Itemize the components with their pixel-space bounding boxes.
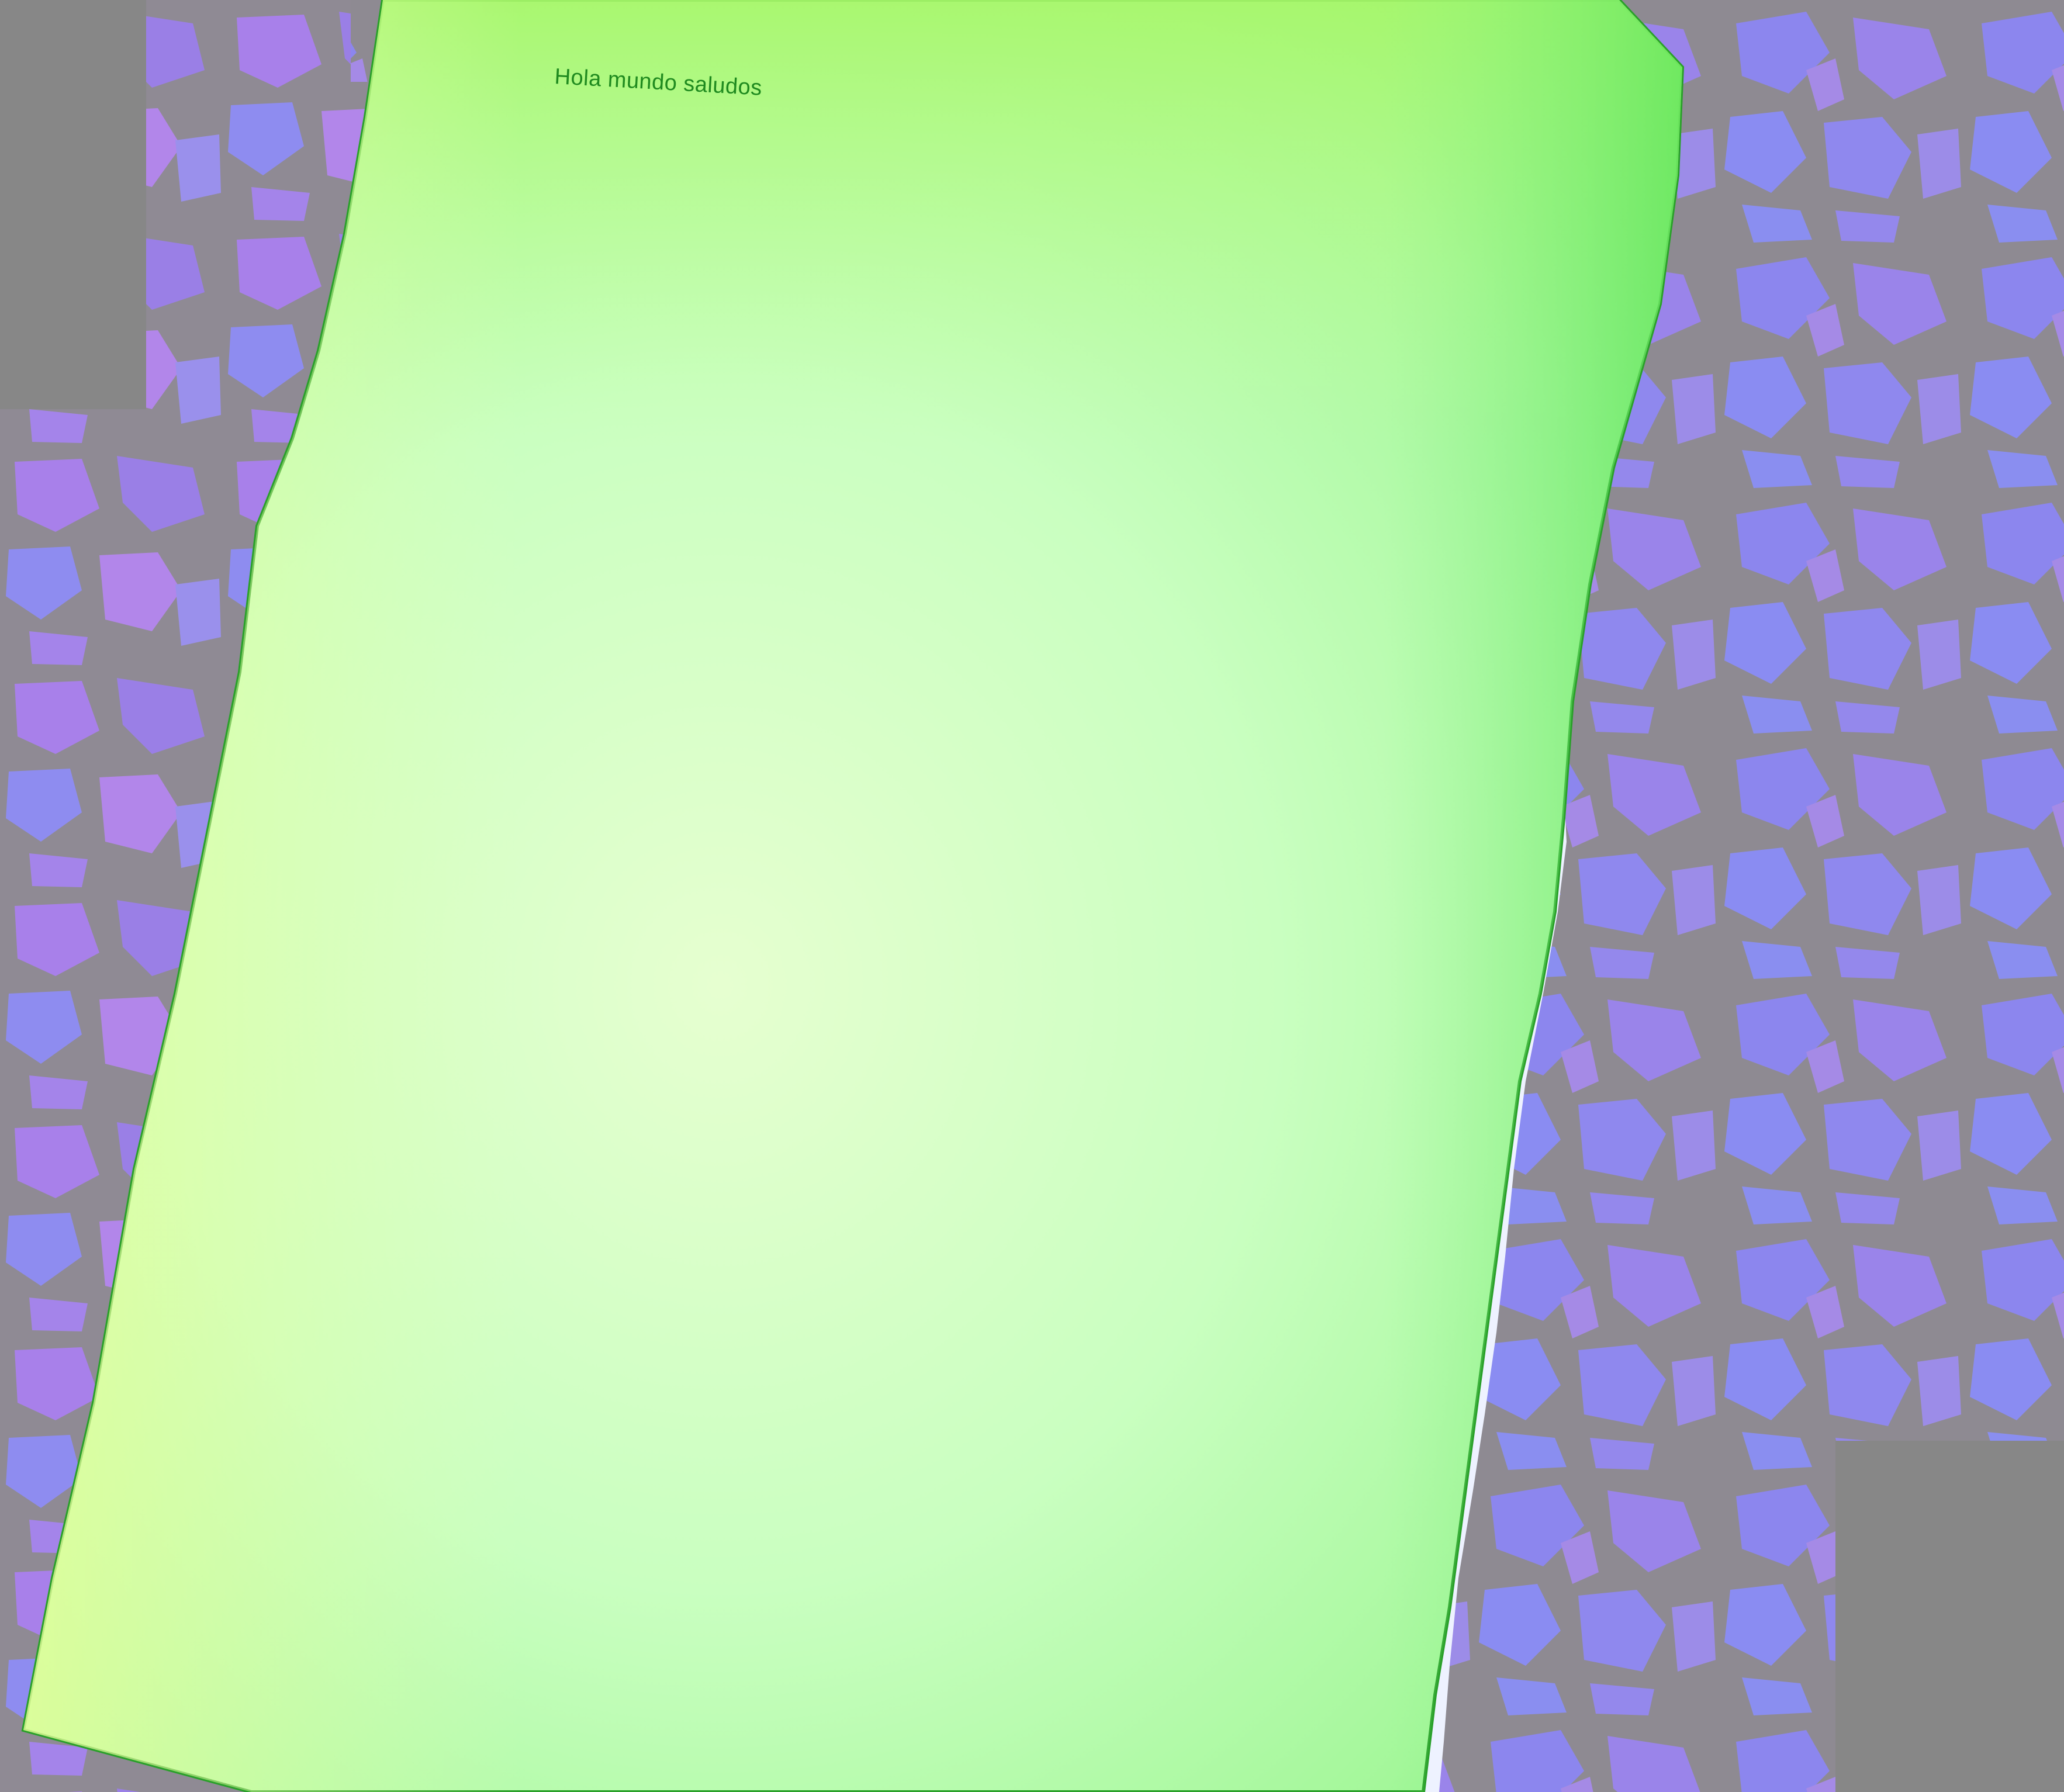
scene-backdrop xyxy=(0,0,2064,1792)
mask-bottom-right xyxy=(1835,1441,2064,1792)
photo-scene: Hola mundo saludos xyxy=(0,0,2064,1792)
mask-top-left xyxy=(0,0,146,409)
